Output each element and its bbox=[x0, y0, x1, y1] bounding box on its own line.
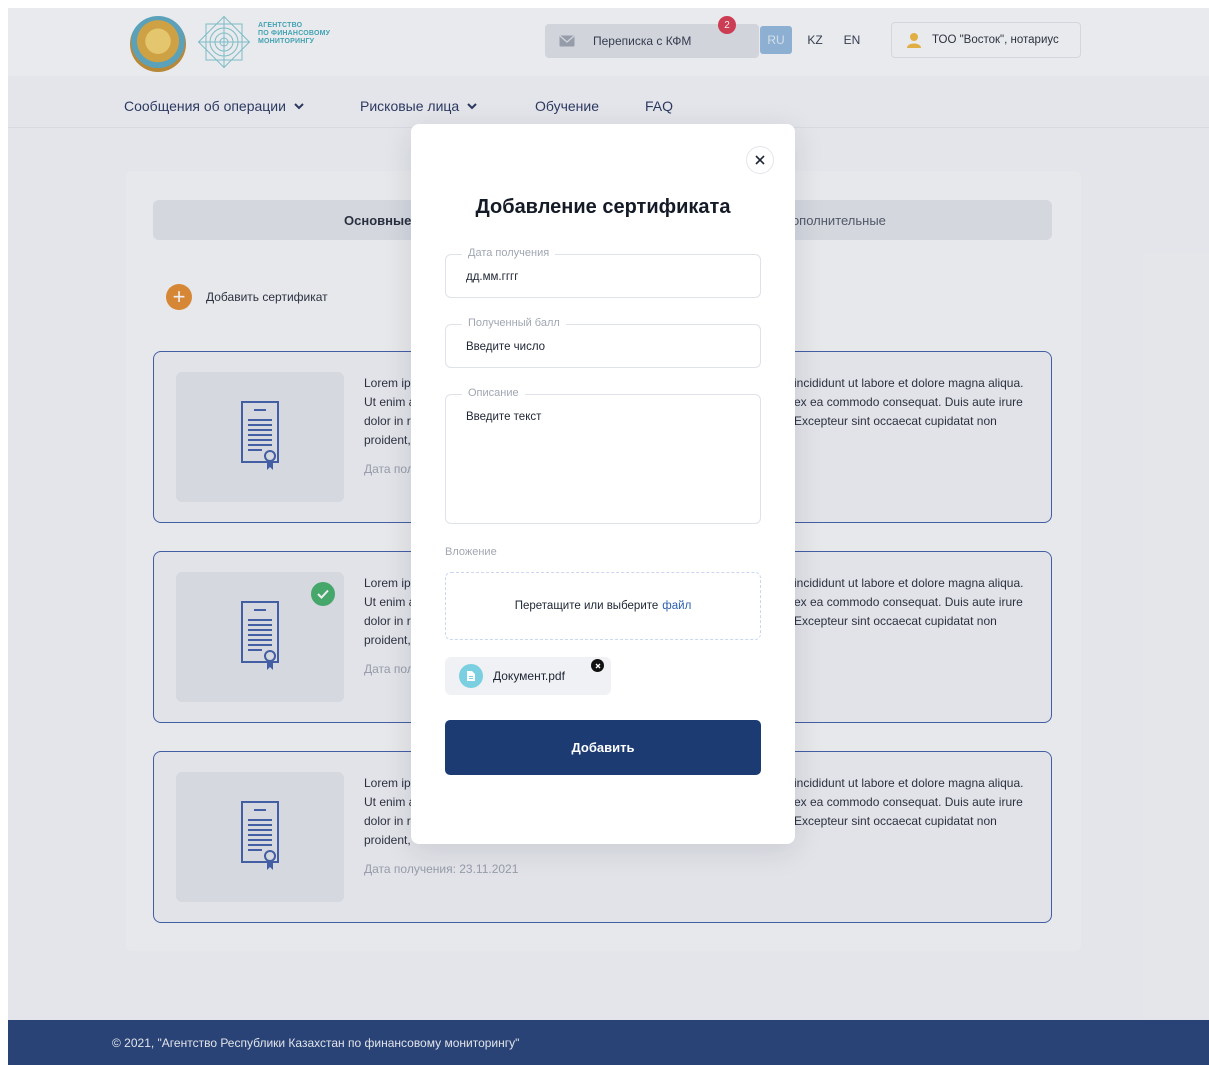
date-input[interactable] bbox=[466, 271, 736, 283]
file-name: Документ.pdf bbox=[493, 669, 565, 683]
file-icon bbox=[459, 664, 483, 688]
date-field-label: Дата получения bbox=[462, 247, 556, 259]
description-field-label: Описание bbox=[462, 387, 525, 399]
add-submit-button[interactable]: Добавить bbox=[445, 720, 761, 775]
file-dropzone[interactable]: Перетащите или выберите файл bbox=[445, 572, 761, 640]
date-field[interactable]: Дата получения bbox=[445, 247, 761, 298]
score-field[interactable]: Полученный балл bbox=[445, 317, 761, 368]
app-frame: АГЕНТСТВО ПО ФИНАНСОВОМУ МОНИТОРИНГУ Пер… bbox=[8, 8, 1209, 1065]
attachment-label: Вложение bbox=[445, 546, 497, 558]
remove-file-icon[interactable] bbox=[591, 659, 604, 672]
description-textarea[interactable] bbox=[466, 411, 736, 511]
attached-file-chip: Документ.pdf bbox=[445, 657, 611, 695]
add-certificate-modal: Добавление сертификата Дата получения По… bbox=[411, 124, 795, 844]
score-input[interactable] bbox=[466, 341, 736, 353]
description-field[interactable]: Описание bbox=[445, 387, 761, 524]
close-button[interactable] bbox=[746, 146, 774, 174]
dropzone-text: Перетащите или выберите bbox=[514, 600, 659, 612]
modal-title: Добавление сертификата bbox=[475, 196, 731, 218]
choose-file-link[interactable]: файл bbox=[662, 600, 691, 612]
score-field-label: Полученный балл bbox=[462, 317, 566, 329]
close-icon bbox=[755, 155, 765, 165]
